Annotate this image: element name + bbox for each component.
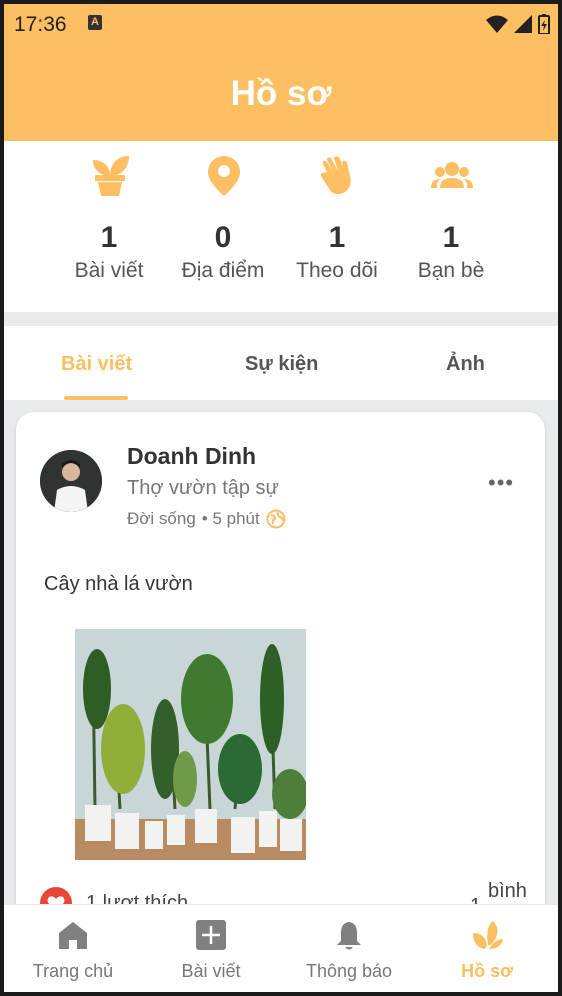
comment-count-label: bình: [488, 880, 527, 902]
tab-posts[interactable]: Bài viết: [61, 353, 132, 376]
tab-active-indicator: [64, 396, 128, 400]
post-meta: Đời sống • 5 phút: [127, 509, 286, 529]
nav-home-label: Trang chủ: [32, 961, 114, 981]
bottom-nav: Trang chủ Bài viết Thông báo Hồ sơ: [4, 904, 558, 992]
post-content: Cây nhà lá vườn: [44, 573, 193, 595]
app-header: Hồ sơ: [4, 44, 558, 141]
home-icon: [59, 922, 87, 949]
nav-add-post-label: Bài viết: [181, 961, 241, 981]
leaf-icon: [473, 921, 503, 949]
nav-notifications-label: Thông báo: [305, 961, 393, 981]
stat-friends-value: 1: [442, 221, 460, 254]
signal-icon: [514, 15, 532, 33]
plant-pot-icon: [93, 156, 129, 196]
globe-icon: [266, 509, 286, 529]
add-post-icon: [196, 920, 226, 950]
wifi-icon: [486, 15, 508, 33]
post-image[interactable]: [75, 629, 306, 860]
tab-events[interactable]: Sự kiện: [245, 353, 318, 376]
author-avatar[interactable]: [40, 450, 102, 512]
stat-posts-value: 1: [100, 221, 118, 254]
post-author-name[interactable]: Doanh Dinh: [127, 443, 256, 470]
post-time: • 5 phút: [201, 509, 260, 528]
screen: 17:36 A Hồ sơ 1 Bài viết 0 Địa điểm 1 Th…: [4, 4, 558, 992]
page-title: Hồ sơ: [230, 74, 332, 113]
battery-icon: [538, 14, 550, 34]
group-icon: [431, 162, 473, 188]
profile-tabs: Bài viết Sự kiện Ảnh: [4, 326, 558, 400]
more-options-icon[interactable]: •••: [488, 470, 514, 496]
notification-icon: A: [88, 15, 102, 30]
nav-profile-label: Hồ sơ: [461, 961, 513, 981]
stat-friends-label: Bạn bè: [417, 259, 485, 282]
status-time: 17:36: [14, 13, 67, 36]
waving-hand-icon: [320, 156, 351, 195]
post-category: Đời sống: [127, 509, 196, 528]
stat-following-value: 1: [328, 221, 346, 254]
status-bar: 17:36 A: [4, 4, 558, 44]
stat-places-value: 0: [214, 221, 232, 254]
bell-icon: [337, 922, 361, 950]
tab-photos[interactable]: Ảnh: [446, 353, 485, 376]
location-pin-icon: [208, 156, 240, 196]
system-icons: [486, 14, 550, 34]
post-author-role: Thợ vườn tập sự: [127, 477, 279, 499]
profile-stats: 1 Bài viết 0 Địa điểm 1 Theo dõi 1 Bạn b…: [4, 141, 558, 312]
